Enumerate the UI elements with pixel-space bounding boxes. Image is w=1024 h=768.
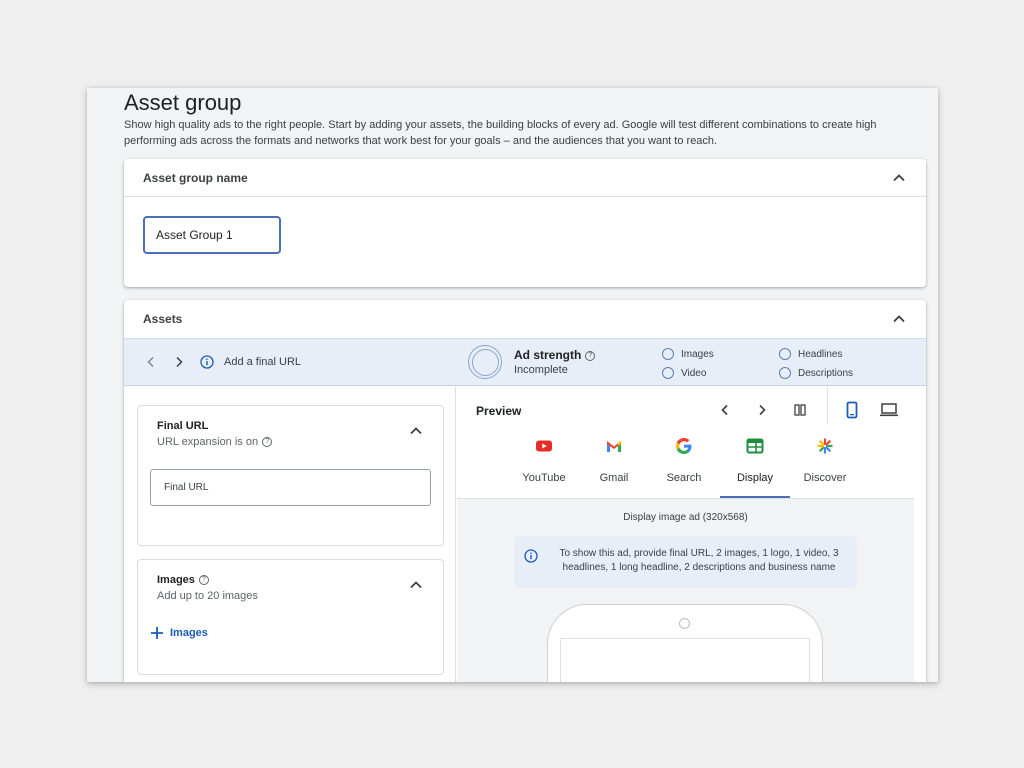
chevron-left-icon[interactable] [144, 355, 158, 369]
final-url-title: Final URL [157, 420, 209, 432]
display-icon [746, 438, 764, 454]
images-subtitle: Add up to 20 images [157, 590, 258, 602]
preview-title: Preview [476, 404, 522, 418]
phone-screen [560, 638, 810, 682]
discover-icon [817, 438, 833, 454]
asset-group-name-header[interactable]: Asset group name [124, 159, 926, 197]
ad-strength-label: Ad strength? [514, 348, 596, 362]
ad-strength-bar: Add a final URL Ad strength? Incomplete … [124, 338, 926, 386]
final-url-card: Final URL URL expansion is on? Final URL [137, 405, 444, 546]
add-images-button[interactable]: Images [150, 626, 208, 640]
checklist-item-descriptions: Descriptions [779, 367, 853, 379]
requirements-notice-text: To show this ad, provide final URL, 2 im… [559, 548, 839, 573]
images-title-text: Images [157, 574, 195, 586]
tab-label: Discover [803, 472, 847, 484]
tab-label: Display [736, 472, 774, 484]
desktop-device-icon[interactable] [879, 401, 899, 419]
requirements-notice: To show this ad, provide final URL, 2 im… [514, 536, 857, 588]
checklist-label: Images [681, 348, 714, 360]
checklist-label: Descriptions [798, 367, 854, 379]
unchecked-circle-icon [662, 367, 674, 379]
preview-pane: Preview YouTube Gmail Search Display Dis… [457, 387, 914, 682]
tab-label: Search [666, 472, 702, 484]
final-url-subtitle: URL expansion is on? [157, 436, 273, 448]
asset-group-name-card: Asset group name Asset Group 1 [124, 159, 926, 287]
chevron-up-icon[interactable] [408, 577, 424, 593]
tab-discover[interactable]: Discover [790, 427, 860, 498]
help-icon[interactable]: ? [262, 437, 273, 448]
plus-icon [151, 627, 163, 639]
chevron-left-icon[interactable] [717, 402, 733, 418]
chevron-right-icon[interactable] [754, 402, 770, 418]
add-final-url-hint[interactable]: Add a final URL [224, 356, 301, 368]
chevron-up-icon[interactable] [891, 170, 907, 186]
checklist-item-images: Images [662, 348, 714, 360]
add-images-label: Images [170, 627, 208, 639]
page-title: Asset group [124, 90, 242, 115]
google-icon [676, 438, 692, 454]
ad-strength-label-text: Ad strength [514, 348, 582, 362]
phone-mockup [547, 604, 823, 682]
images-card: Images? Add up to 20 images Images [137, 559, 444, 675]
tab-youtube[interactable]: YouTube [509, 427, 579, 498]
ad-preview-area: Display image ad (320x568) To show this … [457, 498, 914, 682]
toolbar-divider [827, 387, 828, 425]
mobile-device-icon[interactable] [843, 401, 861, 419]
final-url-subtitle-text: URL expansion is on [157, 436, 259, 448]
final-url-input[interactable]: Final URL [150, 469, 431, 506]
tab-gmail[interactable]: Gmail [579, 427, 649, 498]
chevron-up-icon[interactable] [408, 423, 424, 439]
tab-search[interactable]: Search [649, 427, 719, 498]
unchecked-circle-icon [779, 367, 791, 379]
gmail-icon [607, 441, 621, 452]
images-title: Images? [157, 574, 209, 586]
asset-editor-pane: Final URL URL expansion is on? Final URL… [124, 387, 456, 682]
ad-strength-ring [468, 345, 502, 379]
checklist-item-video: Video [662, 367, 706, 379]
youtube-icon [536, 440, 552, 452]
tab-label: YouTube [522, 472, 566, 484]
info-icon [524, 549, 538, 563]
checklist-item-headlines: Headlines [779, 348, 842, 360]
ad-format-label: Display image ad (320x568) [623, 512, 748, 523]
assets-title: Assets [143, 312, 183, 326]
unchecked-circle-icon [662, 348, 674, 360]
tab-display[interactable]: Display [720, 427, 790, 498]
page-description: Show high quality ads to the right peopl… [124, 119, 877, 147]
asset-group-name-title: Asset group name [143, 170, 248, 185]
assets-header[interactable]: Assets [124, 300, 926, 338]
info-icon [200, 355, 214, 369]
ad-strength-status: Incomplete [514, 364, 568, 376]
asset-group-name-input[interactable]: Asset Group 1 [143, 216, 281, 254]
columns-icon[interactable] [792, 402, 808, 418]
tab-label: Gmail [599, 472, 629, 484]
chevron-right-icon[interactable] [172, 355, 186, 369]
phone-camera [679, 618, 690, 629]
help-icon[interactable]: ? [585, 350, 596, 361]
chevron-up-icon[interactable] [891, 311, 907, 327]
help-icon[interactable]: ? [198, 575, 209, 586]
checklist-label: Headlines [798, 348, 843, 360]
checklist-label: Video [681, 367, 707, 379]
assets-card: Assets Add a final URL Ad strength? Inco… [124, 300, 926, 682]
unchecked-circle-icon [779, 348, 791, 360]
page-frame: Asset group Show high quality ads to the… [87, 88, 938, 682]
